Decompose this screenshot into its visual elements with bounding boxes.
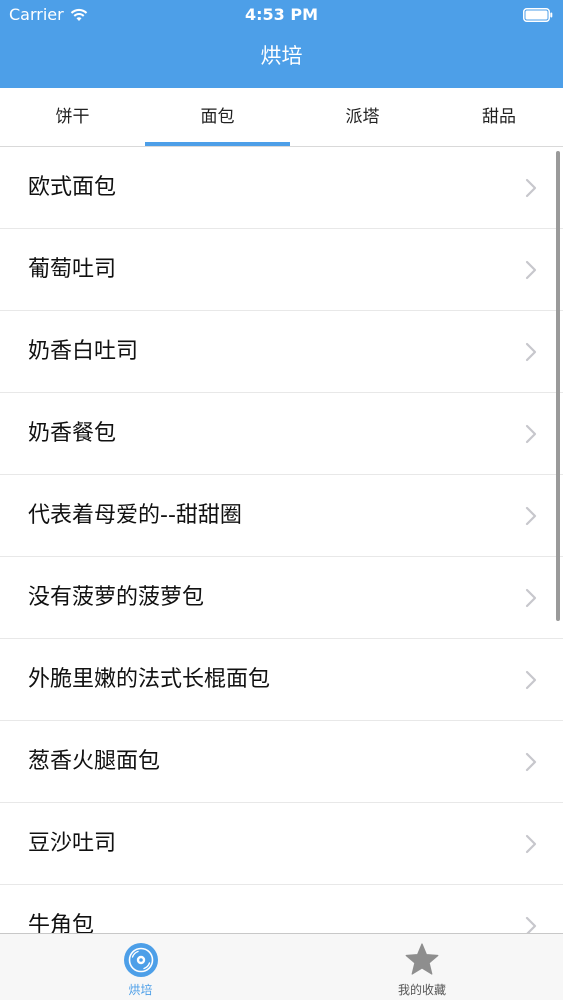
list-item-label: 牛角包 bbox=[28, 913, 95, 933]
chevron-right-icon bbox=[525, 916, 537, 933]
list-item-label: 奶香白吐司 bbox=[28, 339, 139, 364]
list-item[interactable]: 奶香白吐司 bbox=[0, 311, 563, 393]
chevron-right-icon bbox=[525, 670, 537, 690]
list-item[interactable]: 牛角包 bbox=[0, 885, 563, 933]
chevron-right-icon bbox=[525, 260, 537, 280]
tabbar-label: 我的收藏 bbox=[397, 983, 446, 997]
category-tabs: 饼干 面包 派塔 甜品 bbox=[0, 88, 563, 147]
tab-label: 面包 bbox=[200, 107, 235, 127]
tabbar-item-baking[interactable]: 烘培 bbox=[0, 934, 281, 1000]
list-scrollbar[interactable] bbox=[556, 151, 560, 621]
chevron-right-icon bbox=[525, 506, 537, 526]
chevron-right-icon bbox=[525, 752, 537, 772]
tab-label: 派塔 bbox=[345, 107, 380, 127]
list-item-label: 外脆里嫩的法式长棍面包 bbox=[28, 667, 271, 692]
chevron-right-icon bbox=[525, 588, 537, 608]
recipe-list[interactable]: 欧式面包 葡萄吐司 奶香白吐司 奶香餐包 代表着母爱的--甜甜圈 没有菠萝的菠萝… bbox=[0, 147, 563, 933]
list-item-label: 奶香餐包 bbox=[28, 421, 117, 446]
chevron-right-icon bbox=[525, 424, 537, 444]
bottom-tab-bar: 烘培 我的收藏 bbox=[0, 933, 563, 1000]
status-time: 4:53 PM bbox=[244, 5, 318, 24]
tabbar-label: 烘培 bbox=[128, 983, 153, 997]
chevron-right-icon bbox=[525, 834, 537, 854]
disc-icon bbox=[123, 943, 158, 977]
tab-label: 饼干 bbox=[55, 107, 90, 127]
list-item[interactable]: 奶香餐包 bbox=[0, 393, 563, 475]
tab-pies-tarts[interactable]: 派塔 bbox=[290, 88, 435, 146]
list-item[interactable]: 外脆里嫩的法式长棍面包 bbox=[0, 639, 563, 721]
list-item-label: 没有菠萝的菠萝包 bbox=[28, 585, 205, 610]
list-item-label: 欧式面包 bbox=[28, 175, 117, 200]
chevron-right-icon bbox=[525, 178, 537, 198]
header: Carrier 4:53 PM 烘培 bbox=[0, 0, 563, 88]
list-item-label: 豆沙吐司 bbox=[28, 831, 117, 856]
tab-bread[interactable]: 面包 bbox=[145, 88, 290, 146]
list-item[interactable]: 代表着母爱的--甜甜圈 bbox=[0, 475, 563, 557]
star-icon bbox=[405, 943, 439, 975]
list-item[interactable]: 欧式面包 bbox=[0, 147, 563, 229]
tab-desserts[interactable]: 甜品 bbox=[435, 88, 563, 146]
page-title: 烘培 bbox=[260, 44, 303, 68]
list-item[interactable]: 葱香火腿面包 bbox=[0, 721, 563, 803]
list-item-label: 葡萄吐司 bbox=[28, 257, 117, 282]
list-item[interactable]: 豆沙吐司 bbox=[0, 803, 563, 885]
list-item-label: 葱香火腿面包 bbox=[28, 749, 161, 774]
list-item[interactable]: 葡萄吐司 bbox=[0, 229, 563, 311]
app-screen: Carrier 4:53 PM 烘培 饼干 面包 派塔 甜品 欧式面包 葡萄吐司… bbox=[0, 0, 563, 1000]
list-item[interactable]: 没有菠萝的菠萝包 bbox=[0, 557, 563, 639]
battery-icon bbox=[523, 8, 553, 22]
tab-label: 甜品 bbox=[482, 107, 516, 127]
tab-biscuits[interactable]: 饼干 bbox=[0, 88, 145, 146]
tabbar-item-favorites[interactable]: 我的收藏 bbox=[281, 934, 563, 1000]
chevron-right-icon bbox=[525, 342, 537, 362]
status-bar: Carrier 4:53 PM bbox=[0, 0, 563, 30]
list-item-label: 代表着母爱的--甜甜圈 bbox=[28, 503, 242, 528]
